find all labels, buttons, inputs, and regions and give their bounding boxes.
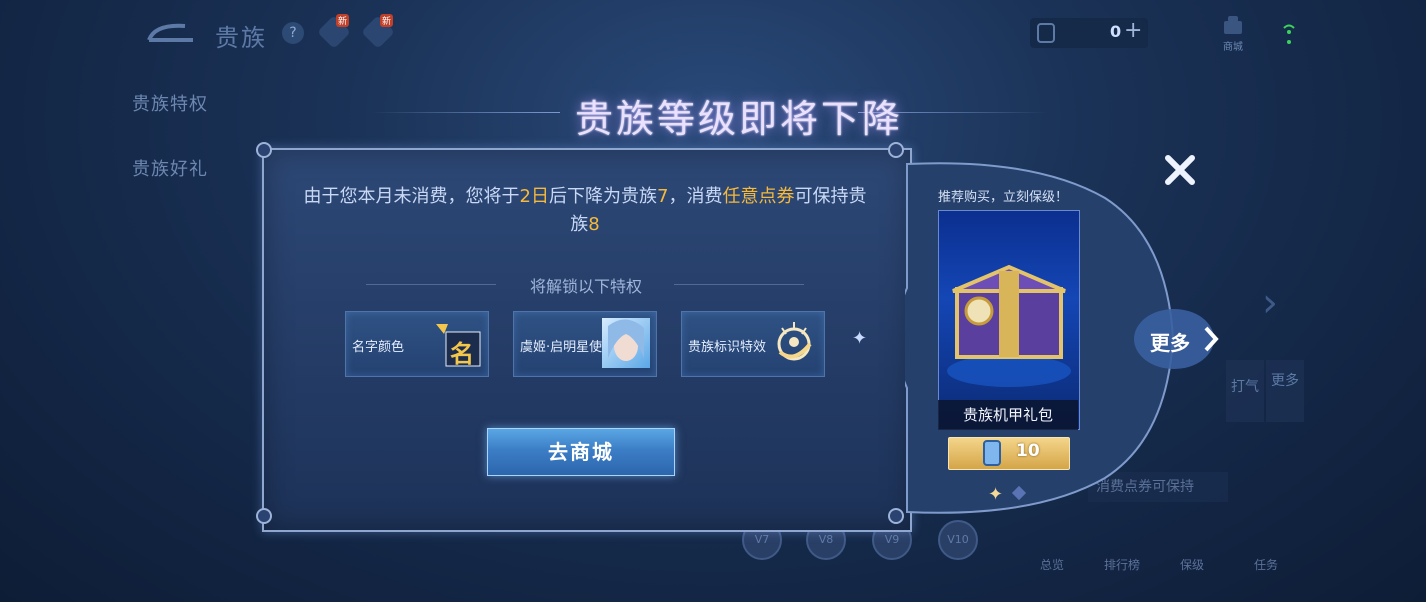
shop-label: 商城 [1223,42,1243,53]
perk-label: 贵族标识特效 [688,340,767,355]
settings-badge-button[interactable]: 新 [317,14,351,49]
msg-text: ，消费 [668,186,723,207]
bg-tab-tasks[interactable]: 任务 [1254,556,1278,573]
panel-corner-ornament [888,142,904,158]
perk-skin[interactable]: 虞姬·启明星使 [513,311,657,377]
msg-new-level: 7 [657,186,669,207]
bg-more-label: 更多 [1271,373,1299,389]
perk-emblem-effect[interactable]: 贵族标识特效 [681,311,825,377]
bg-more-button[interactable]: 更多 [1266,360,1304,422]
add-coupon-icon[interactable]: + [1124,18,1142,43]
coupon-value: 0 [1110,22,1122,41]
event-badge-button[interactable]: 新 [361,14,395,49]
bg-level-badge[interactable]: V10 [938,520,978,560]
msg-keep-level: 8 [588,214,600,235]
perk-label: 名字颜色 [352,340,405,355]
skin-portrait-icon [602,318,650,368]
sparkle-icon: ✦ [852,328,868,349]
shop-icon [1224,16,1242,34]
bg-cheer-label: 打气 [1231,379,1259,395]
gift-pack-card[interactable] [938,210,1080,430]
page-title: 贵族 [215,24,267,52]
title-divider-left [370,112,560,113]
coupon-icon [1037,23,1055,43]
bg-tab-ranking[interactable]: 排行榜 [1104,556,1140,573]
back-button[interactable] [145,18,197,46]
name-color-icon: 名 [434,318,482,368]
perk-label: 虞姬·启明星使 [520,340,603,355]
bg-tab-overview[interactable]: 总览 [1040,556,1064,573]
side-menu-item-gifts[interactable]: 贵族好礼 [132,155,208,181]
chevron-right-icon[interactable]: › [1262,280,1278,326]
coupon-icon [983,440,1001,466]
recommend-tagline: 推荐购买，立刻保级！ [938,190,1069,205]
bg-tab-keep-level[interactable]: 保级 [1180,556,1204,573]
more-label: 更多 [1150,331,1190,355]
page-indicator-active-icon: ✦ [988,484,1004,505]
help-icon[interactable]: ? [282,22,304,44]
mecha-chest-icon [947,264,1071,387]
pack-price: 10 [1016,441,1040,461]
perk-name-color[interactable]: 名字颜色 名 [345,311,489,377]
panel-corner-ornament [888,508,904,524]
msg-days: 2日 [519,186,549,207]
name-icon-glyph: 名 [450,340,474,368]
close-button[interactable] [1160,150,1200,190]
side-menu-item-privileges[interactable]: 贵族特权 [132,90,208,116]
msg-text: 由于您本月未消费，您将于 [303,186,520,207]
gift-pack-name: 贵族机甲礼包 [938,400,1078,430]
msg-text: 后下降为贵族 [549,186,657,207]
panel-corner-ornament [256,508,272,524]
shop-button[interactable]: 商城 [1218,15,1248,53]
downgrade-message: 由于您本月未消费，您将于2日后下降为贵族7，消费任意点券可保持贵族8 [300,183,870,239]
msg-coupon: 任意点券 [722,186,795,207]
noble-emblem-icon [770,318,818,368]
top-bar [0,0,1426,70]
go-to-shop-button[interactable]: 去商城 [487,428,675,476]
wifi-icon [1282,20,1296,49]
new-badge: 新 [336,14,350,27]
bg-cheer-button[interactable]: 打气 [1226,360,1264,422]
close-icon [1165,155,1195,185]
buy-pack-button[interactable] [948,437,1070,470]
new-badge: 新 [380,14,394,27]
panel-corner-ornament [256,142,272,158]
dialog-title: 贵族等级即将下降 [575,97,904,141]
back-arrow-icon [147,23,193,42]
